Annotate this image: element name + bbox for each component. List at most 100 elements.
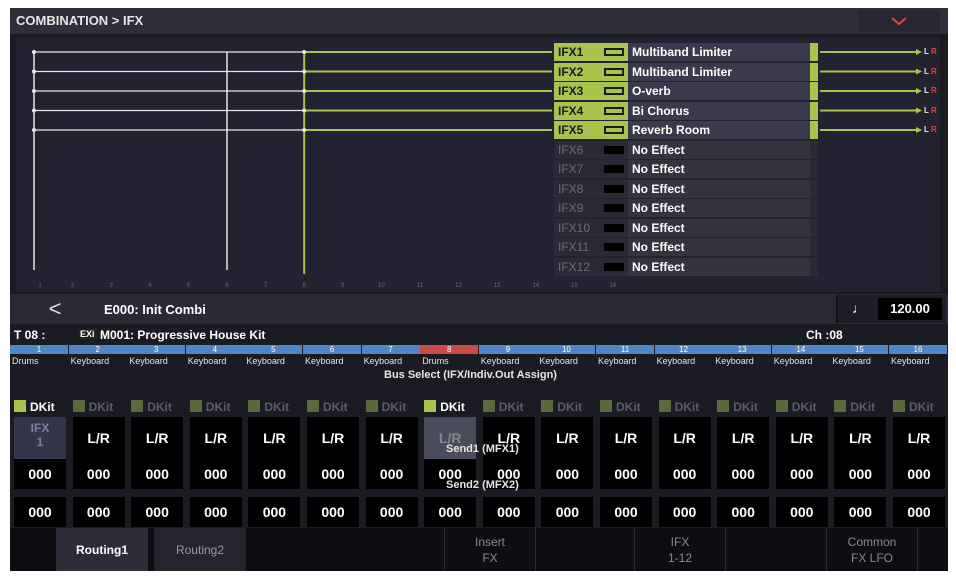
ifx-on-indicator[interactable] <box>604 223 624 232</box>
timbre-number[interactable]: 13 <box>713 345 772 354</box>
send2-value[interactable]: 000 <box>482 497 535 527</box>
timbre-number[interactable]: 3 <box>127 345 186 354</box>
ifx-effect-name[interactable]: No Effect <box>628 238 810 256</box>
ifx-on-indicator[interactable] <box>604 126 624 134</box>
send2-value[interactable]: 000 <box>424 497 477 527</box>
send1-value[interactable]: 000 <box>658 459 711 489</box>
bus-select-button[interactable]: L/R <box>72 417 125 459</box>
send1-value[interactable]: 000 <box>307 459 359 489</box>
tab-ifx-1-12[interactable]: IFX 1-12 <box>634 528 726 571</box>
timbre-number[interactable]: 4 <box>185 345 244 354</box>
dkit-checkbox[interactable]: DKit <box>717 397 769 415</box>
send1-value[interactable]: 000 <box>189 459 242 489</box>
timbre-number[interactable]: 12 <box>654 345 713 354</box>
ifx-effect-name[interactable]: No Effect <box>628 218 810 237</box>
send2-value[interactable]: 000 <box>893 497 945 527</box>
dkit-checkbox[interactable]: DKit <box>600 397 652 415</box>
ifx-on-indicator[interactable] <box>604 204 624 212</box>
ifx-slot-5[interactable]: IFX5 Reverb Room <box>554 121 818 139</box>
timbre-number[interactable]: 5 <box>244 345 303 354</box>
ifx-slot-3[interactable]: IFX3 O-verb <box>554 82 818 100</box>
dkit-checkbox[interactable]: DKit <box>482 397 535 415</box>
ifx-slot-4[interactable]: IFX4 Bi Chorus <box>554 101 818 120</box>
tempo-value[interactable]: 120.00 <box>878 298 942 320</box>
page-menu-button[interactable] <box>858 10 940 32</box>
ifx-slot-2[interactable]: IFX2 Multiband Limiter <box>554 62 818 81</box>
timbre-number[interactable]: 14 <box>771 345 830 354</box>
tab-routing2[interactable]: Routing2 <box>154 528 246 571</box>
send1-value[interactable]: 000 <box>248 459 301 489</box>
dkit-checkbox[interactable]: DKit <box>775 397 828 415</box>
dkit-checkbox[interactable]: DKit <box>541 397 593 415</box>
ifx-on-indicator[interactable] <box>604 243 624 251</box>
dkit-checkbox[interactable]: DKit <box>893 397 945 415</box>
bus-select-button[interactable]: L/R <box>307 417 359 459</box>
ifx-on-indicator[interactable] <box>604 165 624 173</box>
ifx-slot-8[interactable]: IFX8 No Effect <box>554 179 818 198</box>
timbre-number[interactable]: 16 <box>889 345 947 354</box>
send2-value[interactable]: 000 <box>189 497 242 527</box>
dkit-checkbox[interactable]: DKit <box>14 397 66 415</box>
bus-select-button[interactable]: IFX 1 <box>14 417 66 459</box>
timbre-number[interactable]: 6 <box>303 345 361 354</box>
send2-value[interactable]: 000 <box>600 497 652 527</box>
send2-value[interactable]: 000 <box>717 497 770 527</box>
bus-select-button[interactable]: L/R <box>717 417 770 459</box>
ifx-effect-name[interactable]: O-verb <box>628 82 810 100</box>
ifx-slot-9[interactable]: IFX9 No Effect <box>554 199 818 217</box>
send1-value[interactable]: 000 <box>775 459 828 489</box>
send1-value[interactable]: 000 <box>14 459 66 489</box>
dkit-checkbox[interactable]: DKit <box>131 397 183 415</box>
dkit-checkbox[interactable]: DKit <box>307 397 359 415</box>
ifx-on-indicator[interactable] <box>604 184 624 193</box>
send1-value[interactable]: 000 <box>893 459 945 489</box>
timbre-number[interactable]: 10 <box>537 345 596 354</box>
bus-select-button[interactable]: L/R <box>541 417 594 459</box>
send2-value[interactable]: 000 <box>775 497 828 527</box>
bus-select-button[interactable]: L/R <box>658 417 711 459</box>
ifx-slot-7[interactable]: IFX7 No Effect <box>554 160 818 178</box>
send2-value[interactable]: 000 <box>307 497 359 527</box>
ifx-effect-name[interactable]: Reverb Room <box>628 121 810 139</box>
dkit-checkbox[interactable]: DKit <box>658 397 711 415</box>
ifx-effect-name[interactable]: Bi Chorus <box>628 101 810 120</box>
send1-value[interactable]: 000 <box>600 459 652 489</box>
ifx-on-indicator[interactable] <box>604 145 624 154</box>
ifx-on-indicator[interactable] <box>604 48 624 56</box>
send2-value[interactable]: 000 <box>658 497 711 527</box>
bus-select-button[interactable]: L/R <box>131 417 184 459</box>
send2-value[interactable]: 000 <box>131 497 184 527</box>
tab-common-fx-lfo[interactable]: Common FX LFO <box>826 528 918 571</box>
dkit-checkbox[interactable]: DKit <box>834 397 886 415</box>
ifx-on-indicator[interactable] <box>604 67 624 76</box>
send1-value[interactable]: 000 <box>717 459 770 489</box>
tab-routing1[interactable]: Routing1 <box>56 528 148 571</box>
send1-value[interactable]: 000 <box>72 459 125 489</box>
ifx-slot-6[interactable]: IFX6 No Effect <box>554 140 818 159</box>
bus-select-button[interactable]: L/R <box>365 417 418 459</box>
ifx-slot-10[interactable]: IFX10 No Effect <box>554 218 818 237</box>
timbre-number[interactable]: 8 <box>420 345 479 354</box>
ifx-effect-name[interactable]: Multiband Limiter <box>628 62 810 81</box>
timbre-number[interactable]: 11 <box>596 345 654 354</box>
timbre-number[interactable]: 9 <box>478 345 537 354</box>
dkit-checkbox[interactable]: DKit <box>189 397 242 415</box>
ifx-effect-name[interactable]: No Effect <box>628 199 810 217</box>
tab-insert-fx[interactable]: Insert FX <box>444 528 536 571</box>
ifx-effect-name[interactable]: No Effect <box>628 257 810 276</box>
send1-value[interactable]: 000 <box>365 459 418 489</box>
timbre-number[interactable]: 2 <box>68 345 127 354</box>
ifx-on-indicator[interactable] <box>604 87 624 95</box>
back-button[interactable]: < <box>18 296 92 322</box>
ifx-effect-name[interactable]: No Effect <box>628 140 810 159</box>
timbre-number[interactable]: 15 <box>830 345 889 354</box>
timbre-number[interactable]: 1 <box>10 345 68 354</box>
send2-value[interactable]: 000 <box>248 497 301 527</box>
send2-value[interactable]: 000 <box>834 497 887 527</box>
dkit-checkbox[interactable]: DKit <box>248 397 300 415</box>
combination-name[interactable]: E000: Init Combi <box>104 302 206 317</box>
ifx-effect-name[interactable]: Multiband Limiter <box>628 43 810 61</box>
send1-value[interactable]: 000 <box>834 459 887 489</box>
ifx-slot-12[interactable]: IFX12 No Effect <box>554 257 818 276</box>
bus-select-button[interactable]: L/R <box>189 417 242 459</box>
